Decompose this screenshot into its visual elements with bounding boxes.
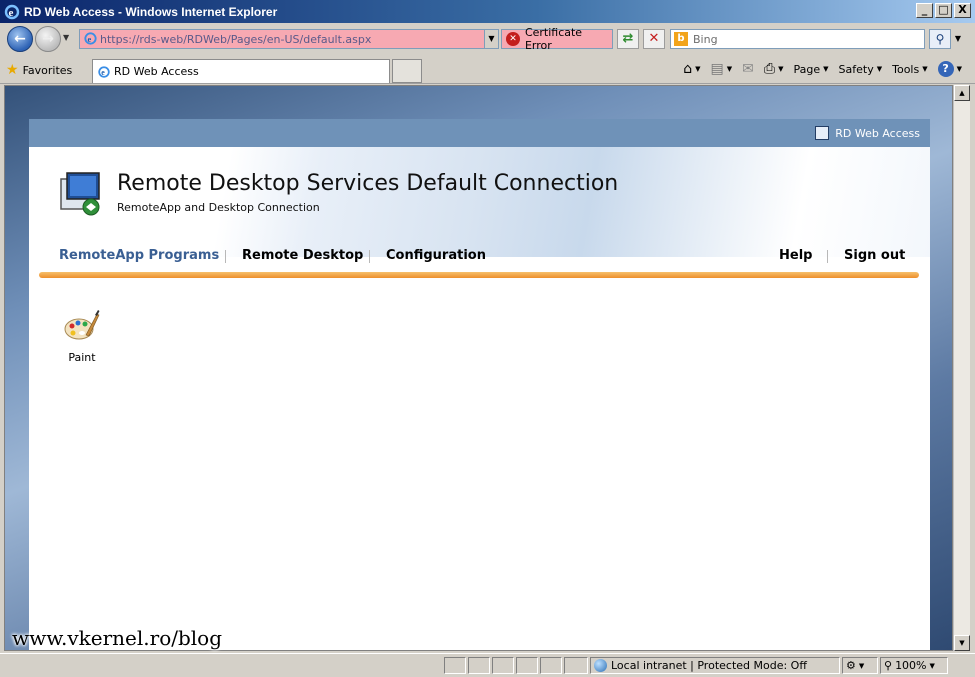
address-bar[interactable]: e https://rds-web/RDWeb/Pages/en-US/defa… bbox=[79, 29, 499, 49]
tab-rd-web-access[interactable]: e RD Web Access bbox=[92, 59, 390, 83]
close-button[interactable]: X bbox=[954, 3, 971, 18]
printer-icon: ⎙ bbox=[763, 61, 776, 77]
favorites-button[interactable]: ★ Favorites bbox=[6, 62, 72, 78]
status-cell bbox=[468, 657, 490, 674]
zone-label: Local intranet | Protected Mode: Off bbox=[611, 659, 807, 672]
error-shield-icon: ✕ bbox=[506, 32, 520, 46]
app-label: Paint bbox=[68, 351, 96, 364]
tab-remoteapp-programs[interactable]: RemoteApp Programs bbox=[59, 248, 219, 263]
zoom-dropdown-icon: ▼ bbox=[929, 661, 935, 670]
rd-web-panel: RD Web Access Remote Desktop Services De… bbox=[29, 119, 930, 650]
paint-palette-icon bbox=[64, 310, 100, 340]
back-button[interactable]: ← bbox=[7, 26, 33, 52]
svg-text:e: e bbox=[88, 34, 92, 44]
safety-menu[interactable]: Safety ▼ bbox=[836, 63, 886, 76]
search-options-dropdown-icon[interactable]: ▼ bbox=[952, 29, 964, 49]
new-tab-button[interactable] bbox=[392, 59, 422, 83]
search-icon[interactable]: ⚲ bbox=[929, 29, 951, 49]
home-button[interactable]: ⌂ ▼ bbox=[680, 61, 703, 77]
tab-configuration[interactable]: Configuration bbox=[386, 248, 486, 263]
minimize-button[interactable]: _ bbox=[916, 3, 933, 18]
safety-menu-label: Safety bbox=[838, 62, 874, 76]
history-dropdown-icon[interactable]: ▼ bbox=[63, 33, 69, 42]
feeds-button[interactable]: ▤ ▼ bbox=[708, 61, 736, 77]
ie-icon: e bbox=[4, 4, 20, 19]
search-input[interactable]: b Bing bbox=[670, 29, 925, 49]
zoom-control[interactable]: ⚲ 100% ▼ bbox=[880, 657, 948, 674]
help-link[interactable]: Help bbox=[779, 248, 812, 263]
home-icon: ⌂ bbox=[683, 61, 693, 77]
shield-icon: ⚙ bbox=[846, 659, 856, 672]
help-icon: ? bbox=[937, 61, 954, 77]
address-toolbar: ← → ▼ e https://rds-web/RDWeb/Pages/en-U… bbox=[0, 23, 975, 56]
maximize-button[interactable]: □ bbox=[935, 3, 952, 18]
address-dropdown-icon[interactable]: ▼ bbox=[484, 30, 498, 48]
certificate-error-button[interactable]: ✕ Certificate Error bbox=[501, 26, 613, 52]
rd-nav: RemoteApp Programs Remote Desktop Config… bbox=[59, 245, 919, 269]
status-cell bbox=[540, 657, 562, 674]
rd-web-access-icon bbox=[815, 126, 830, 140]
status-cell bbox=[444, 657, 466, 674]
scroll-up-icon[interactable]: ▲ bbox=[954, 85, 970, 101]
ie-page-icon: e bbox=[98, 65, 110, 78]
watermark-text: www.vkernel.ro/blog bbox=[12, 626, 223, 650]
bing-icon: b bbox=[674, 32, 688, 46]
search-placeholder: Bing bbox=[693, 32, 718, 46]
read-mail-button[interactable]: ✉ bbox=[739, 61, 757, 77]
certificate-error-label: Certificate Error bbox=[524, 26, 583, 52]
zoom-level: 100% bbox=[895, 659, 927, 672]
tab-remote-desktop[interactable]: Remote Desktop bbox=[242, 248, 363, 263]
intranet-globe-icon bbox=[594, 659, 607, 672]
page-menu-label: Page bbox=[793, 62, 821, 76]
print-button[interactable]: ⎙ ▼ bbox=[761, 61, 787, 77]
app-paint[interactable]: Paint bbox=[59, 309, 105, 364]
nav-underline bbox=[39, 272, 919, 278]
scroll-down-icon[interactable]: ▼ bbox=[954, 635, 970, 651]
favorites-label: Favorites bbox=[22, 63, 73, 77]
url-text: https://rds-web/RDWeb/Pages/en-US/defaul… bbox=[100, 32, 372, 46]
remote-desktop-logo-icon bbox=[60, 172, 100, 216]
vertical-scrollbar[interactable]: ▲ ▼ bbox=[953, 85, 970, 651]
favorites-toolbar: ★ Favorites e RD Web Access ⌂ ▼ ▤ ▼ ✉ ⎙ ▼ P… bbox=[0, 56, 975, 84]
page-icon: e bbox=[84, 32, 97, 45]
rd-web-access-link[interactable]: RD Web Access bbox=[835, 127, 920, 140]
stop-icon[interactable]: ✕ bbox=[643, 29, 665, 49]
status-bar: Local intranet | Protected Mode: Off ⚙ ▼ … bbox=[0, 653, 975, 677]
status-cell bbox=[516, 657, 538, 674]
svg-text:e: e bbox=[9, 7, 14, 19]
tab-label: RD Web Access bbox=[114, 65, 199, 78]
tools-menu-label: Tools bbox=[892, 62, 920, 76]
star-icon: ★ bbox=[6, 62, 19, 78]
status-cell bbox=[564, 657, 588, 674]
sign-out-link[interactable]: Sign out bbox=[844, 248, 905, 263]
svg-text:e: e bbox=[101, 68, 105, 77]
protected-mode-button[interactable]: ⚙ ▼ bbox=[842, 657, 878, 674]
mail-icon: ✉ bbox=[742, 61, 754, 77]
forward-button[interactable]: → bbox=[35, 26, 61, 52]
zoom-icon: ⚲ bbox=[884, 659, 893, 672]
rss-icon: ▤ bbox=[710, 61, 724, 77]
window-titlebar: e RD Web Access - Windows Internet Explo… bbox=[0, 0, 975, 23]
page-viewport: RD Web Access Remote Desktop Services De… bbox=[4, 85, 953, 651]
tools-menu[interactable]: Tools ▼ bbox=[889, 63, 931, 76]
window-title: RD Web Access - Windows Internet Explore… bbox=[24, 4, 278, 19]
page-subtitle: RemoteApp and Desktop Connection bbox=[117, 201, 320, 214]
page-title: Remote Desktop Services Default Connecti… bbox=[117, 171, 619, 196]
help-menu[interactable]: ? ▼ bbox=[935, 61, 965, 77]
status-cell bbox=[492, 657, 514, 674]
page-menu[interactable]: Page ▼ bbox=[791, 63, 832, 76]
refresh-icon[interactable]: ⇄ bbox=[617, 29, 639, 49]
rd-header-bar: RD Web Access bbox=[29, 119, 930, 147]
security-zone[interactable]: Local intranet | Protected Mode: Off bbox=[590, 657, 840, 674]
